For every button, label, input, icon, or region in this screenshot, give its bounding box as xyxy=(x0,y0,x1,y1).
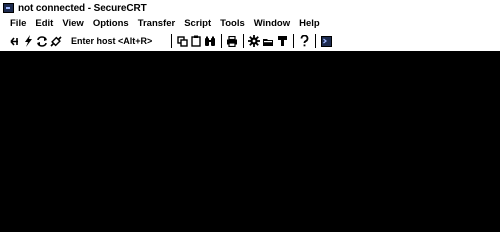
menu-script[interactable]: Script xyxy=(184,18,211,29)
terminal-area[interactable] xyxy=(0,51,500,232)
menu-bar: File Edit View Options Transfer Script T… xyxy=(0,16,500,31)
menu-window[interactable]: Window xyxy=(254,18,290,29)
paste-icon[interactable] xyxy=(190,34,202,48)
menu-options[interactable]: Options xyxy=(93,18,129,29)
toolbar-separator xyxy=(315,34,317,48)
menu-help[interactable]: Help xyxy=(299,18,320,29)
securecrt-window: not connected - SecureCRT File Edit View… xyxy=(0,0,500,232)
settings-icon[interactable] xyxy=(248,34,261,48)
find-icon[interactable] xyxy=(204,34,216,48)
keymap-icon[interactable] xyxy=(276,34,288,48)
connect-in-tab-icon[interactable] xyxy=(50,34,62,48)
toolbar-separator xyxy=(293,34,295,48)
toolbar: Enter host <Alt+R> xyxy=(0,31,500,51)
menu-file[interactable]: File xyxy=(10,18,26,29)
reconnect-icon[interactable] xyxy=(36,34,48,48)
window-title: not connected - SecureCRT xyxy=(18,2,147,14)
toolbar-separator xyxy=(171,34,173,48)
toolbar-separator xyxy=(243,34,245,48)
app-icon xyxy=(3,3,14,13)
terminal-icon[interactable] xyxy=(320,34,332,48)
sftp-icon[interactable] xyxy=(262,34,274,48)
connect-icon[interactable] xyxy=(8,34,20,48)
copy-icon[interactable] xyxy=(176,34,188,48)
toolbar-separator xyxy=(221,34,223,48)
menu-tools[interactable]: Tools xyxy=(220,18,245,29)
menu-view[interactable]: View xyxy=(62,18,83,29)
menu-transfer[interactable]: Transfer xyxy=(138,18,176,29)
help-icon[interactable] xyxy=(298,34,310,48)
enter-host-field[interactable]: Enter host <Alt+R> xyxy=(71,36,152,46)
quick-connect-icon[interactable] xyxy=(22,34,34,48)
print-icon[interactable] xyxy=(226,34,238,48)
title-bar[interactable]: not connected - SecureCRT xyxy=(0,0,500,16)
menu-edit[interactable]: Edit xyxy=(35,18,53,29)
